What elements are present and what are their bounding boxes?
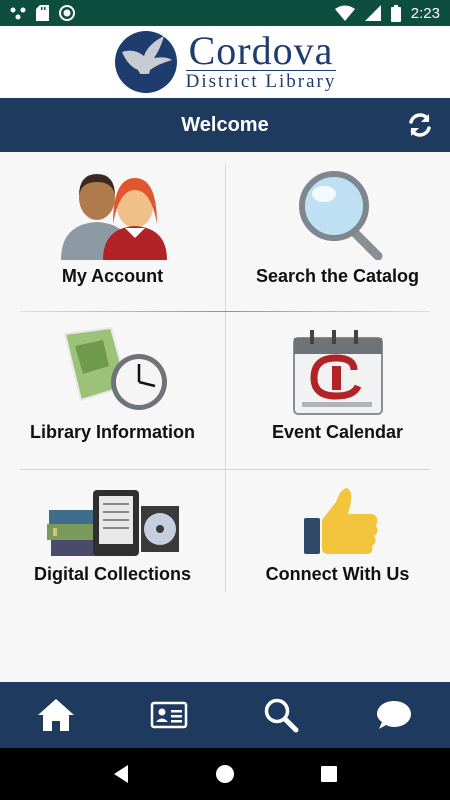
thumbs-up-icon [303, 488, 378, 554]
nav-chat-button[interactable] [364, 690, 424, 740]
row-divider [20, 311, 430, 312]
map-clock-icon [63, 326, 167, 410]
library-logo: Cordova District Library [0, 26, 450, 98]
cell-signal-icon [364, 5, 381, 21]
title-bar: Welcome [0, 98, 450, 152]
tile-label: My Account [61, 266, 164, 286]
tile-my-account[interactable]: My Account [0, 168, 225, 287]
tile-connect-with-us[interactable]: Connect With Us [225, 486, 450, 585]
tile-digital-collections[interactable]: Digital Collections [0, 486, 225, 585]
bottom-nav [0, 682, 450, 748]
tile-library-information[interactable]: Library Information [0, 326, 225, 443]
page-title: Welcome [181, 113, 269, 136]
nav-library-card-button[interactable] [139, 690, 199, 740]
books-ereader-disc-icon [46, 490, 179, 556]
status-bar: 2:23 [0, 0, 450, 26]
home-circle-icon[interactable] [215, 764, 235, 784]
tile-label: Event Calendar [271, 422, 404, 442]
wifi-icon [334, 5, 355, 21]
library-card-icon [150, 701, 187, 729]
refresh-icon[interactable] [406, 111, 434, 139]
logo-title: Cordova [188, 27, 334, 73]
battery-icon [390, 4, 401, 22]
menu-grid: My Account Search the Catalog Library In… [0, 152, 450, 682]
nav-search-button[interactable] [251, 690, 311, 740]
tile-label: Search the Catalog [255, 266, 420, 286]
people-icon [60, 174, 167, 260]
tile-label: Library Information [29, 422, 195, 442]
status-left-icons [10, 5, 75, 21]
row-divider [20, 469, 430, 470]
chat-icon [376, 701, 411, 729]
search-icon [265, 698, 299, 733]
tile-label: Connect With Us [265, 564, 410, 584]
tile-search-catalog[interactable]: Search the Catalog [225, 168, 450, 287]
nav-home-button[interactable] [26, 690, 86, 740]
logo-subtitle: District Library [185, 69, 337, 92]
status-right-icons: 2:23 [334, 4, 440, 22]
notification-dots-icon [10, 7, 26, 20]
tile-label: Digital Collections [33, 564, 192, 584]
calendar-icon [292, 330, 383, 415]
status-time: 2:23 [410, 4, 440, 22]
circle-status-icon [59, 5, 75, 21]
home-icon [38, 699, 75, 731]
system-nav-bar [0, 748, 450, 800]
recents-icon[interactable] [320, 765, 338, 783]
tile-event-calendar[interactable]: Event Calendar [225, 326, 450, 443]
back-icon[interactable] [112, 764, 130, 784]
sd-card-icon [36, 5, 49, 21]
eagle-logo-icon [114, 31, 177, 93]
magnifier-icon [298, 171, 382, 260]
